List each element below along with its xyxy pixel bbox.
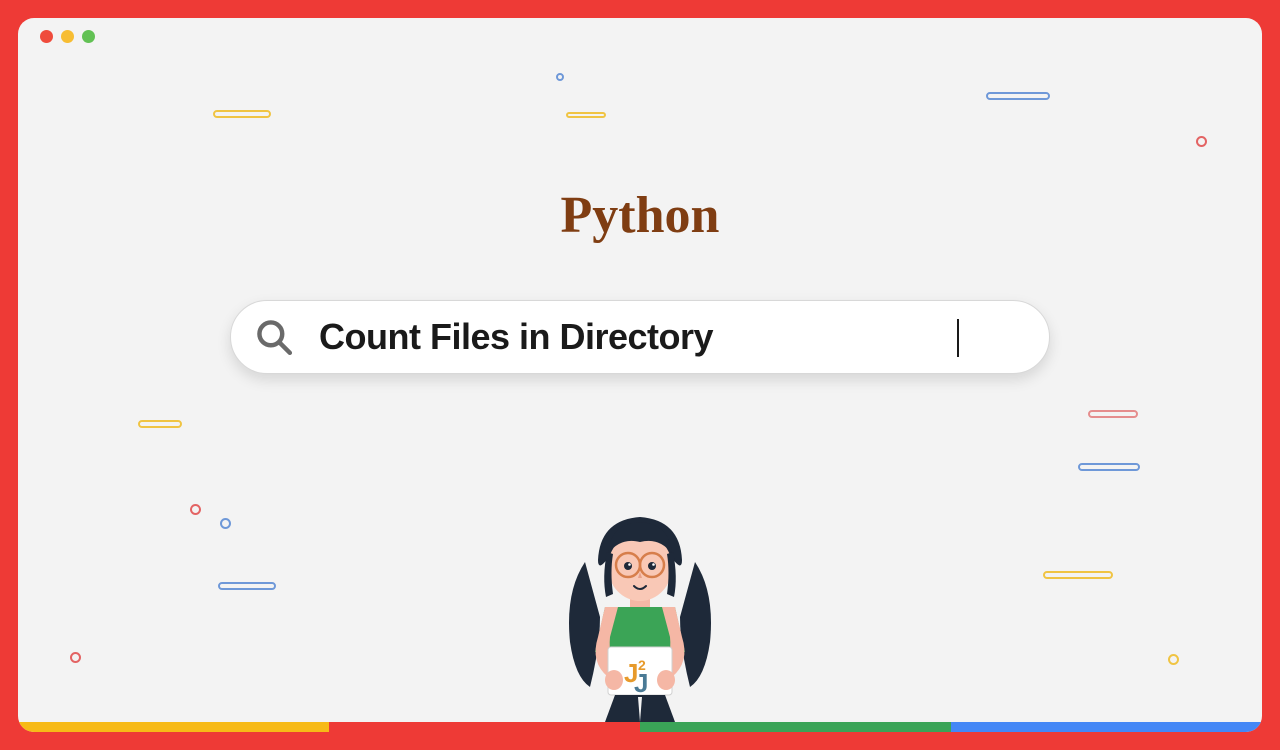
- deco-circle: [70, 652, 81, 663]
- deco-circle: [1196, 136, 1207, 147]
- deco-circle: [1168, 654, 1179, 665]
- deco-pill: [566, 112, 606, 118]
- content-area: Python Count Files in Directory: [18, 18, 1262, 732]
- svg-text:J: J: [634, 668, 648, 698]
- search-query: Count Files in Directory: [319, 316, 713, 358]
- text-cursor: [957, 319, 959, 357]
- deco-pill: [1078, 463, 1140, 471]
- deco-pill: [218, 582, 276, 590]
- deco-pill: [213, 110, 271, 118]
- deco-pill: [138, 420, 182, 428]
- deco-circle: [556, 73, 564, 81]
- bar-yellow: [18, 722, 329, 732]
- deco-pill: [1043, 571, 1113, 579]
- bottom-color-bar: [18, 722, 1262, 732]
- page-title: Python: [561, 186, 720, 245]
- deco-circle: [190, 504, 201, 515]
- search-icon: [255, 318, 293, 356]
- bar-blue: [951, 722, 1262, 732]
- deco-circle: [220, 518, 231, 529]
- bar-red: [329, 722, 640, 732]
- search-bar[interactable]: Count Files in Directory: [230, 300, 1050, 374]
- bar-green: [640, 722, 951, 732]
- deco-pill: [1088, 410, 1138, 418]
- browser-window: Python Count Files in Directory: [18, 18, 1262, 732]
- deco-pill: [986, 92, 1050, 100]
- character-illustration: J 2 J: [540, 502, 740, 722]
